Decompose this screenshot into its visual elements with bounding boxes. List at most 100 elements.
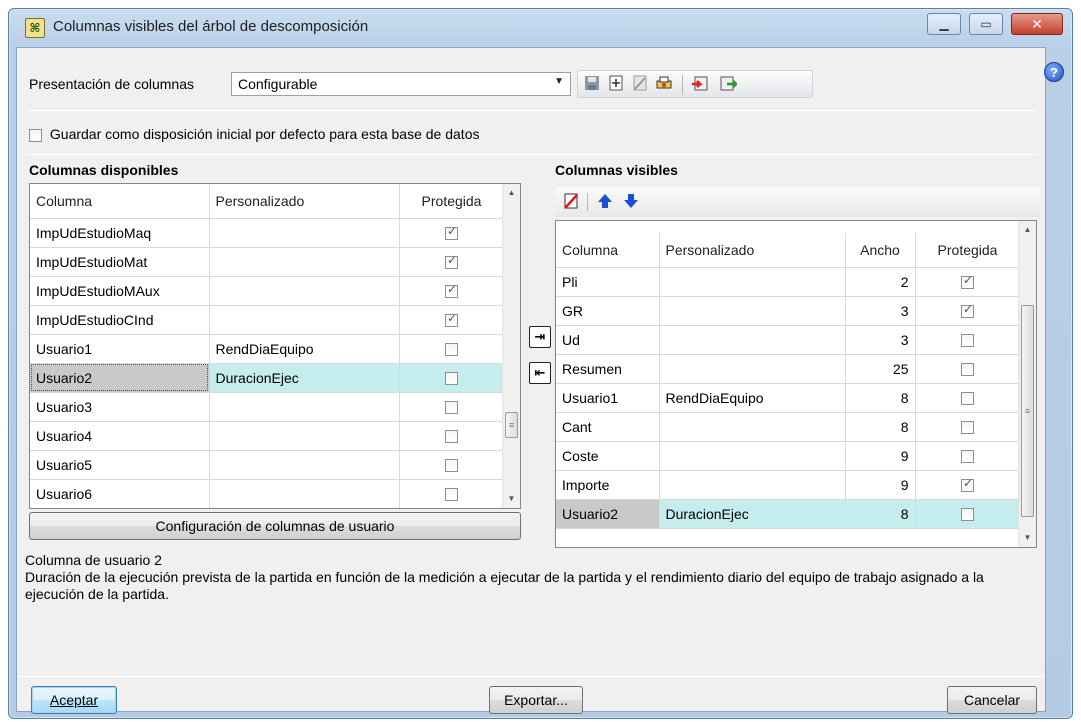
scroll-thumb[interactable]: ≡ (505, 412, 518, 438)
protected-checkbox[interactable] (961, 421, 974, 435)
add-icon[interactable] (606, 75, 626, 95)
remove-column-icon[interactable]: ⇤ (529, 362, 551, 384)
custom-cell[interactable] (209, 479, 400, 508)
custom-header[interactable]: Personalizado (209, 184, 400, 219)
protected-cell[interactable] (915, 267, 1021, 297)
protected-cell[interactable] (915, 441, 1021, 471)
close-button[interactable]: ✕ (1011, 13, 1063, 35)
table-row[interactable]: Usuario3 (30, 392, 505, 422)
custom-cell[interactable]: RendDiaEquipo (659, 383, 846, 413)
protected-checkbox[interactable] (445, 372, 458, 386)
visible-columns-grid[interactable]: Columna Personalizado Ancho Protegida Pl… (555, 220, 1037, 548)
user-columns-config-button[interactable]: Configuración de columnas de usuario (29, 512, 521, 540)
custom-header[interactable]: Personalizado (659, 233, 846, 268)
protected-cell[interactable] (399, 276, 505, 306)
protected-checkbox[interactable] (445, 311, 458, 328)
table-row-selected[interactable]: Usuario2 DuracionEjec (30, 363, 505, 393)
table-row[interactable]: Usuario5 (30, 450, 505, 480)
custom-cell[interactable] (659, 441, 846, 471)
available-columns-grid[interactable]: Columna Personalizado Protegida ImpUdEst… (29, 183, 521, 509)
protected-cell[interactable] (399, 421, 505, 451)
minimize-button[interactable]: ▁ (927, 13, 961, 35)
protected-cell[interactable] (915, 499, 1021, 529)
table-row[interactable]: Pli 2 (556, 267, 1021, 297)
protected-cell[interactable] (915, 412, 1021, 442)
protected-cell[interactable] (399, 247, 505, 277)
export-button[interactable]: Exportar... (489, 686, 583, 714)
table-row[interactable]: Resumen 25 (556, 354, 1021, 384)
custom-cell[interactable] (659, 267, 846, 297)
custom-cell[interactable] (209, 276, 400, 306)
table-row[interactable]: ImpUdEstudioMat (30, 247, 505, 277)
custom-cell[interactable]: DuracionEjec (209, 363, 400, 393)
custom-cell[interactable] (209, 421, 400, 451)
table-row[interactable]: Usuario1 RendDiaEquipo 8 (556, 383, 1021, 413)
table-row[interactable]: Cant 8 (556, 412, 1021, 442)
custom-cell[interactable] (659, 354, 846, 384)
table-row[interactable]: ImpUdEstudioMaq (30, 218, 505, 248)
protected-header[interactable]: Protegida (915, 233, 1021, 268)
clear-visible-icon[interactable] (561, 193, 581, 213)
save-icon[interactable] (582, 75, 602, 95)
protected-cell[interactable] (915, 325, 1021, 355)
table-row[interactable]: Importe 9 (556, 470, 1021, 500)
width-header[interactable]: Ancho (845, 233, 916, 268)
table-row[interactable]: Usuario1 RendDiaEquipo (30, 334, 505, 364)
column-header[interactable]: Columna (556, 233, 660, 268)
protected-cell[interactable] (915, 354, 1021, 384)
protected-checkbox[interactable] (445, 401, 458, 415)
custom-cell[interactable] (659, 325, 846, 355)
arrow-up-icon[interactable] (595, 193, 615, 213)
available-scrollbar[interactable]: ▲ ≡ ▼ (502, 184, 520, 508)
custom-cell[interactable] (659, 296, 846, 326)
custom-cell[interactable] (209, 218, 400, 248)
scroll-down-icon[interactable]: ▼ (1019, 529, 1036, 547)
protected-checkbox[interactable] (445, 282, 458, 299)
custom-cell[interactable] (209, 392, 400, 422)
protected-checkbox[interactable] (961, 476, 974, 493)
protected-checkbox[interactable] (445, 224, 458, 241)
clear-icon[interactable] (630, 75, 650, 95)
protected-cell[interactable] (399, 479, 505, 508)
table-row[interactable]: Coste 9 (556, 441, 1021, 471)
protected-cell[interactable] (399, 450, 505, 480)
scroll-up-icon[interactable]: ▲ (1019, 221, 1036, 239)
print-icon[interactable] (654, 75, 674, 95)
custom-cell[interactable] (659, 470, 846, 500)
protected-cell[interactable] (399, 305, 505, 335)
presentation-combo[interactable]: Configurable ▼ (231, 72, 571, 96)
export-icon[interactable] (718, 75, 740, 95)
width-cell[interactable]: 9 (845, 441, 916, 471)
width-cell[interactable]: 8 (845, 383, 916, 413)
table-row[interactable]: Usuario4 (30, 421, 505, 451)
table-row[interactable]: Ud 3 (556, 325, 1021, 355)
table-row[interactable]: ImpUdEstudioCInd (30, 305, 505, 335)
protected-cell[interactable] (399, 334, 505, 364)
default-layout-option[interactable]: Guardar como disposición inicial por def… (29, 126, 479, 142)
table-row[interactable]: ImpUdEstudioMAux (30, 276, 505, 306)
protected-header[interactable]: Protegida (399, 184, 505, 219)
title-bar[interactable]: ⌘ Columnas visibles del árbol de descomp… (9, 9, 1072, 45)
add-column-icon[interactable]: ⇥ (529, 326, 551, 348)
protected-checkbox[interactable] (961, 450, 974, 464)
protected-cell[interactable] (915, 470, 1021, 500)
protected-checkbox[interactable] (961, 334, 974, 348)
protected-checkbox[interactable] (961, 273, 974, 290)
protected-cell[interactable] (399, 363, 505, 393)
protected-checkbox[interactable] (961, 392, 974, 406)
table-row[interactable]: GR 3 (556, 296, 1021, 326)
width-cell[interactable]: 9 (845, 470, 916, 500)
table-row[interactable]: Usuario6 (30, 479, 505, 508)
default-layout-checkbox[interactable] (29, 128, 42, 142)
maximize-button[interactable]: ▭ (969, 13, 1003, 35)
scroll-down-icon[interactable]: ▼ (503, 490, 520, 508)
width-cell[interactable]: 25 (845, 354, 916, 384)
width-cell[interactable]: 2 (845, 267, 916, 297)
scroll-up-icon[interactable]: ▲ (503, 184, 520, 202)
custom-cell[interactable] (209, 247, 400, 277)
custom-cell[interactable]: DuracionEjec (659, 499, 846, 529)
protected-cell[interactable] (399, 392, 505, 422)
custom-cell[interactable]: RendDiaEquipo (209, 334, 400, 364)
cancel-button[interactable]: Cancelar (947, 686, 1037, 714)
protected-cell[interactable] (399, 218, 505, 248)
